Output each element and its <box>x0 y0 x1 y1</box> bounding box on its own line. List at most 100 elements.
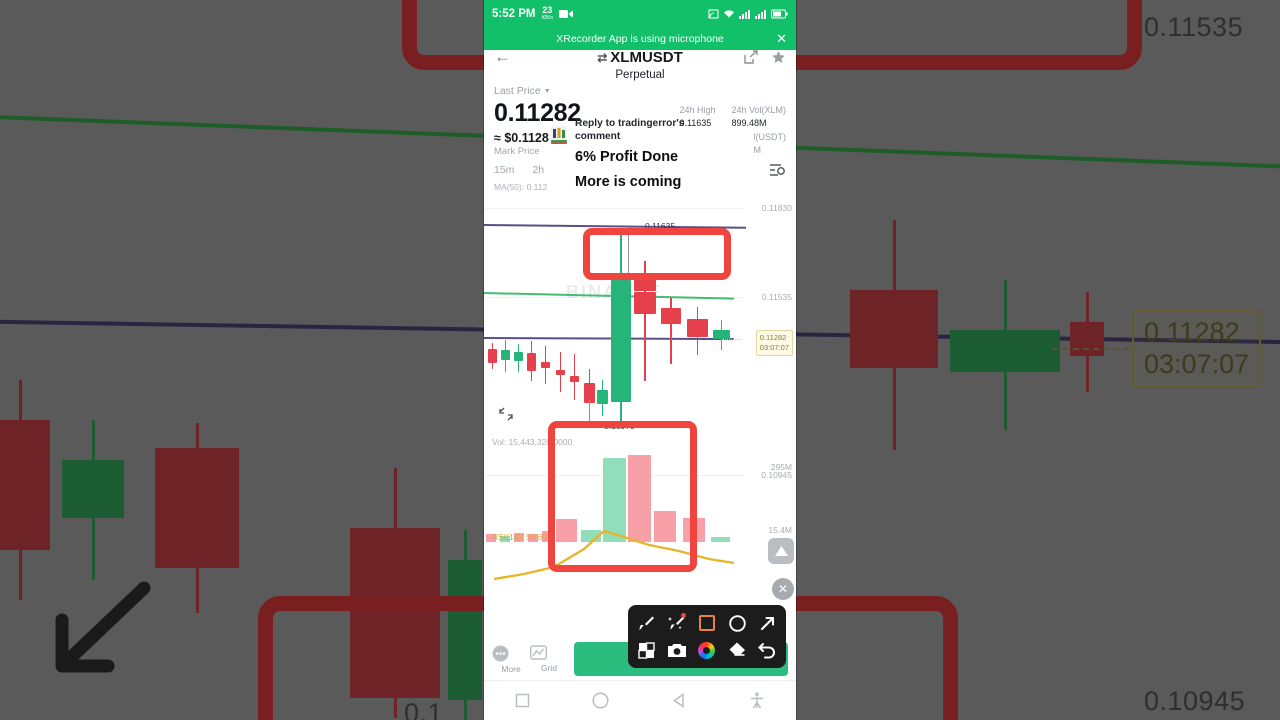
background-axis-label: 0.11535 <box>1144 12 1244 42</box>
expand-arrows-icon[interactable] <box>498 406 516 424</box>
microphone-banner: XRecorder App is using microphone ✕ <box>484 28 796 50</box>
background-axis-label: 0.1 <box>404 698 444 720</box>
status-bar: 5:52 PM 23 KB/s <box>484 0 796 28</box>
reply-body-line1: 6% Profit Done <box>575 149 679 165</box>
background-candle <box>62 420 124 580</box>
arrow-tool[interactable] <box>753 610 782 636</box>
stat-24h-volume: 24h Vol(XLM) 899.48M <box>731 104 786 130</box>
circle-home-icon[interactable] <box>592 692 609 709</box>
background-arrow-annotation <box>55 581 151 673</box>
live-price-tag: 0.11282 03:07:07 <box>755 330 793 356</box>
share-icon[interactable] <box>744 50 758 64</box>
side-stat-label: l(USDT) <box>753 132 787 142</box>
background-candle <box>0 380 50 600</box>
microphone-banner-text: XRecorder App is using microphone <box>556 33 724 45</box>
background-axis-label: 0.10945 <box>1144 686 1246 716</box>
tab-timeframe-15m[interactable]: 15m <box>494 164 514 176</box>
phone-screen: 5:52 PM 23 KB/s XRecorder App is using m… <box>484 0 796 720</box>
mountain-indicator-icon[interactable] <box>768 538 794 564</box>
price-axis-label: 0.11535 <box>761 292 792 302</box>
reply-to-label: Reply to tradingerror's comment <box>575 118 685 142</box>
chart-settings-icon[interactable] <box>769 162 786 178</box>
upper-highlight-box <box>583 228 731 280</box>
candle <box>687 307 708 355</box>
swap-vertical-icon: ⇄ <box>597 50 608 65</box>
gridline <box>484 208 744 209</box>
lower-highlight-box <box>548 421 697 572</box>
background-live-time: 03:07:07 <box>1144 349 1250 379</box>
candle <box>527 341 536 381</box>
grid-label: Grid <box>540 663 558 673</box>
candle-breakout <box>611 233 631 423</box>
mosaic-tool[interactable] <box>632 637 661 663</box>
close-circle-icon[interactable]: ✕ <box>772 578 794 600</box>
price-axis-label: 0.11830 <box>761 203 792 213</box>
screenshot-tool[interactable] <box>662 637 691 663</box>
background-price-dashed-line <box>1052 348 1130 350</box>
brush-tool[interactable] <box>632 610 661 636</box>
ellipse-tool[interactable] <box>723 610 752 636</box>
background-candle <box>850 220 938 450</box>
reply-body-line2: More is coming <box>575 174 682 190</box>
background-candle <box>950 280 1060 430</box>
color-picker[interactable] <box>692 637 721 663</box>
symbol-label: XLMUSDT <box>610 48 683 66</box>
candle <box>556 352 565 392</box>
more-dots-icon <box>492 645 530 662</box>
status-bar-time: 5:52 PM <box>492 8 536 20</box>
more-label: More <box>501 663 521 674</box>
tab-timeframe-2h[interactable]: 2h <box>532 164 544 176</box>
background-candle <box>1070 292 1104 392</box>
drawing-toolbar[interactable] <box>628 605 786 668</box>
glitter-brush-tool[interactable] <box>662 610 691 636</box>
system-nav-bar <box>484 680 796 720</box>
cast-icon <box>708 9 719 19</box>
candle <box>501 340 510 372</box>
candle <box>488 343 497 369</box>
candle <box>570 354 579 400</box>
grid-chart-icon <box>530 645 568 661</box>
candle <box>514 344 523 372</box>
background-live-price-tag: 0.11282 03:07:07 <box>1132 310 1262 388</box>
price-type-selector[interactable]: Last Price ▼ <box>494 85 786 97</box>
live-price-value: 0.11282 <box>759 333 787 342</box>
signal-bars-icon <box>739 9 751 19</box>
undo-button[interactable] <box>753 637 782 663</box>
contract-type-label: Perpetual <box>615 69 665 81</box>
triangle-back-icon[interactable] <box>672 693 687 708</box>
candle <box>661 298 681 364</box>
live-price-time: 03:07:07 <box>759 343 789 352</box>
usd-approx-value: ≈ $0.1128 <box>494 131 549 145</box>
user-avatar <box>549 124 569 146</box>
star-icon[interactable] <box>771 50 786 65</box>
background-live-price: 0.11282 <box>1144 317 1240 347</box>
stat-label: 24h Vol(XLM) <box>731 105 786 115</box>
eraser-tool[interactable] <box>723 637 752 663</box>
more-button[interactable]: More <box>492 645 530 674</box>
color-wheel-icon <box>698 641 716 659</box>
sim-signal-icon <box>755 9 767 19</box>
screenshot-root: 0.11535 0.10945 0.1 0.11282 03:07:07 5:5… <box>0 0 1280 720</box>
wifi-icon <box>723 9 735 19</box>
candle <box>541 346 550 384</box>
rectangle-tool[interactable] <box>692 610 721 636</box>
close-icon[interactable]: ✕ <box>776 31 787 47</box>
square-recents-icon[interactable] <box>515 693 530 708</box>
candle <box>634 292 656 314</box>
candle <box>597 380 608 416</box>
video-camera-icon <box>559 9 574 19</box>
background-candle <box>155 423 239 613</box>
grid-button[interactable]: Grid <box>530 645 568 673</box>
live-price-dotted-line <box>722 339 740 340</box>
chevron-down-icon: ▼ <box>543 87 551 95</box>
stat-value: 899.48M <box>731 118 767 128</box>
battery-icon <box>771 9 788 19</box>
mark-price-label: Mark Price <box>494 146 540 157</box>
reply-overlay: Reply to tradingerror's comment 6% Profi… <box>549 118 724 193</box>
data-rate-indicator: 23 KB/s <box>541 6 553 22</box>
volume-axis-label: 15.4M <box>768 525 792 535</box>
stat-label: 24h High <box>679 105 716 115</box>
accessibility-icon[interactable] <box>749 692 765 709</box>
price-type-label: Last Price <box>494 85 541 97</box>
candle-latest <box>713 320 730 350</box>
